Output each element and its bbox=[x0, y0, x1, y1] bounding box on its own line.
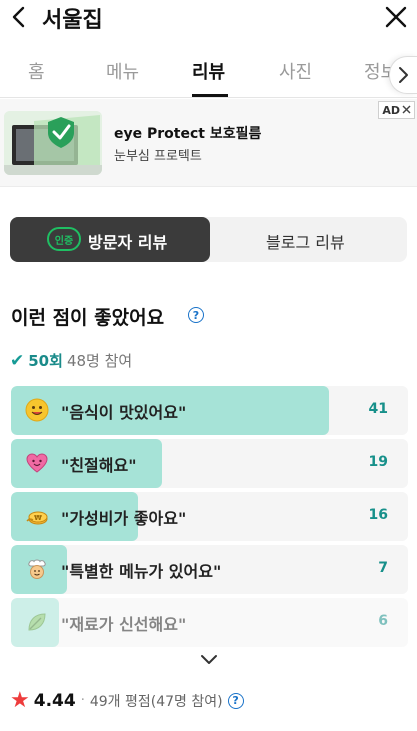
svg-text:₩: ₩ bbox=[34, 514, 42, 522]
tab-bar: 홈 메뉴 리뷰 사진 정보 bbox=[0, 48, 417, 98]
chef-icon bbox=[28, 559, 46, 579]
leaf-icon bbox=[28, 613, 46, 631]
ad-badge-label: AD bbox=[382, 103, 400, 117]
tab-reviews[interactable]: 리뷰 bbox=[192, 58, 225, 84]
chevron-left-icon bbox=[12, 6, 25, 28]
help-icon[interactable]: ? bbox=[188, 307, 204, 323]
ad-image bbox=[4, 111, 102, 175]
rating-score: 4.44 bbox=[33, 690, 76, 711]
ad-badge[interactable]: AD bbox=[378, 101, 415, 119]
participant-count: 48명 참여 bbox=[66, 352, 133, 370]
rating-count: 49개 평점(47명 참여) bbox=[89, 693, 223, 710]
ad-banner[interactable]: eye Protect 보호필름 눈부심 프로텍트 AD bbox=[0, 99, 417, 187]
active-tab-indicator bbox=[192, 94, 228, 97]
money-icon: ₩ bbox=[26, 511, 48, 525]
rating-summary: ★ 4.44 · 49개 평점(47명 참여) ? bbox=[10, 688, 244, 713]
review-keyword-row[interactable]: "친절해요" 19 bbox=[11, 439, 408, 488]
rating-separator: · bbox=[80, 693, 85, 708]
keyword-label: "가성비가 좋아요" bbox=[61, 509, 187, 528]
review-keyword-row[interactable]: "음식이 맛있어요" 41 bbox=[11, 386, 408, 435]
blog-review-tab[interactable]: 블로그 리뷰 bbox=[266, 229, 345, 253]
tab-home[interactable]: 홈 bbox=[28, 58, 45, 84]
review-keyword-row[interactable]: ₩ "가성비가 좋아요" 16 bbox=[11, 492, 408, 541]
section-title: 이런 점이 좋았어요 bbox=[11, 307, 165, 329]
vote-stats: ✔ 50회 48명 참여 bbox=[10, 350, 132, 371]
review-keyword-row[interactable]: "특별한 메뉴가 있어요" 7 bbox=[11, 545, 408, 594]
visitor-review-label: 방문자 리뷰 bbox=[88, 233, 168, 252]
visitor-review-tab[interactable]: 인증 방문자 리뷰 bbox=[10, 217, 210, 262]
ad-close-icon[interactable] bbox=[402, 104, 411, 117]
review-type-toggle: 인증 방문자 리뷰 블로그 리뷰 bbox=[10, 217, 407, 262]
verified-badge-icon: 인증 bbox=[47, 227, 81, 251]
keyword-label: "친절해요" bbox=[61, 456, 137, 475]
keyword-label: "음식이 맛있어요" bbox=[61, 403, 187, 422]
header: 서울집 bbox=[0, 0, 417, 36]
tab-photos[interactable]: 사진 bbox=[279, 58, 312, 84]
vote-count: 50회 bbox=[28, 352, 63, 370]
close-button[interactable] bbox=[385, 5, 407, 29]
chevron-right-icon bbox=[399, 67, 408, 83]
check-icon: ✔ bbox=[10, 350, 25, 371]
page-title: 서울집 bbox=[42, 8, 103, 33]
rating-help-icon[interactable]: ? bbox=[227, 692, 244, 709]
smile-face-icon bbox=[25, 398, 49, 422]
tab-menu[interactable]: 메뉴 bbox=[106, 58, 139, 84]
keyword-count: 19 bbox=[368, 454, 388, 470]
heart-face-icon bbox=[26, 453, 48, 473]
review-keyword-row[interactable]: "재료가 신선해요" 6 bbox=[11, 598, 408, 647]
ad-subtitle: 눈부심 프로텍트 bbox=[114, 149, 202, 164]
close-icon bbox=[385, 6, 407, 28]
keyword-label: "재료가 신선해요" bbox=[61, 615, 187, 634]
star-icon: ★ bbox=[10, 688, 30, 713]
chevron-down-icon bbox=[201, 655, 217, 664]
ad-title: eye Protect 보호필름 bbox=[114, 126, 262, 142]
expand-button[interactable] bbox=[198, 650, 220, 670]
keyword-count: 6 bbox=[378, 613, 388, 629]
keyword-label: "특별한 메뉴가 있어요" bbox=[61, 562, 222, 581]
keyword-count: 7 bbox=[378, 560, 388, 576]
tab-scroll-button[interactable] bbox=[389, 56, 417, 94]
keyword-count: 16 bbox=[368, 507, 388, 523]
back-button[interactable] bbox=[8, 5, 30, 29]
keyword-count: 41 bbox=[368, 401, 388, 417]
